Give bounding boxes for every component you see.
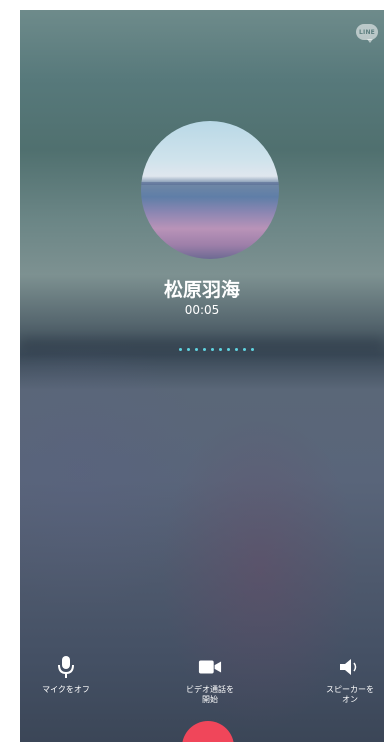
caller-name: 松原羽海 [163, 279, 240, 301]
indicator-dot [243, 348, 246, 351]
mute-label: マイクをオフ [42, 685, 90, 694]
call-screen: LINE 松原羽海 00:05 マイクをオフ ビデオ通話を 開始 スピーカーを … [20, 10, 384, 742]
speaker-label: スピーカーを オン [326, 685, 374, 704]
video-call-button[interactable]: ビデオ通話を 開始 [160, 655, 260, 705]
call-duration: 00:05 [184, 303, 220, 317]
mute-button[interactable]: マイクをオフ [20, 655, 116, 695]
indicator-dot [235, 348, 238, 351]
microphone-icon [54, 655, 78, 679]
indicator-dot [179, 348, 182, 351]
indicator-dot [219, 348, 222, 351]
end-call-button[interactable] [182, 721, 234, 742]
indicator-dot [211, 348, 214, 351]
connecting-indicator [179, 348, 254, 351]
video-camera-icon [198, 655, 222, 679]
speaker-icon [338, 655, 362, 679]
video-call-label: ビデオ通話を 開始 [186, 685, 234, 704]
indicator-dot [187, 348, 190, 351]
indicator-dot [195, 348, 198, 351]
speaker-button[interactable]: スピーカーを オン [300, 655, 384, 705]
indicator-dot [227, 348, 230, 351]
caller-avatar [141, 121, 279, 259]
indicator-dot [251, 348, 254, 351]
indicator-dot [203, 348, 206, 351]
line-logo-icon: LINE [356, 24, 378, 43]
